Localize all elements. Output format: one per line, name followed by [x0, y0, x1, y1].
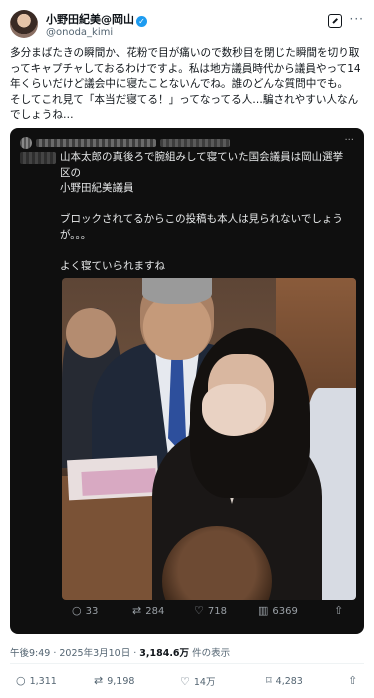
- quote-line: 山本太郎の真後ろで腕組みして寝ていた国会議員は岡山選挙: [60, 151, 344, 163]
- post-meta: 午後9:49 · 2025年3月10日 · 3,184.6万 件の表示: [10, 645, 230, 659]
- quote-action-bar: ○ 33 ⇄ 284 ♡ 718 ▥ 6369 ⇧: [62, 604, 356, 622]
- bookmark-count: 4,283: [275, 676, 303, 687]
- quote-line: よく寝ていられますね: [60, 259, 165, 272]
- quote-views-count: 6369: [272, 606, 298, 617]
- quote-like-count: 718: [207, 606, 227, 617]
- quote-line: ブロックされてるからこの投稿も本人は見られないでしょう: [60, 213, 343, 225]
- tweet-line: 年くらいだけど議会中に寝たことないんでね。誰のどんな質問中でも。: [10, 78, 349, 90]
- quote-retweet-count: 284: [145, 606, 165, 617]
- verified-badge-icon: ✓: [136, 16, 147, 27]
- parliament-photo: [62, 278, 356, 600]
- blurred-region: [20, 152, 56, 164]
- quote-reply-count: 33: [85, 606, 99, 617]
- blurred-handle: [160, 139, 230, 147]
- blurred-avatar: [20, 137, 32, 149]
- like-icon: ♡: [180, 675, 190, 688]
- reply-icon: ○: [72, 604, 82, 617]
- view-count: 3,184.6万: [139, 648, 190, 659]
- quote-text: 山本太郎の真後ろで腕組みして寝ていた国会議員は岡山選挙 区の 小野田紀美議員 ブ…: [60, 150, 360, 274]
- bookmark-button[interactable]: ⌑ 4,283: [266, 674, 303, 687]
- grok-icon[interactable]: [328, 14, 342, 28]
- action-bar: ○ 1,311 ⇄ 9,198 ♡ 14万 ⌑ 4,283 ⇧: [10, 674, 364, 692]
- reply-count: 1,311: [29, 676, 57, 687]
- blurred-name: [36, 139, 156, 147]
- tweet-line: 多分まばたきの瞬間か、花粉で目が痛いので数秒目を閉じた瞬間を切り取: [10, 47, 360, 59]
- share-icon: ⇧: [334, 604, 344, 617]
- display-name-text[interactable]: 小野田紀美@岡山: [46, 13, 134, 26]
- like-icon: ♡: [194, 604, 204, 617]
- quote-reply-stat: ○ 33: [72, 604, 98, 617]
- quote-line: が。。。: [60, 228, 92, 241]
- like-button[interactable]: ♡ 14万: [180, 674, 215, 688]
- quote-line: [60, 243, 360, 259]
- quote-line: [60, 197, 360, 213]
- reply-icon: ○: [16, 674, 26, 687]
- share-button[interactable]: ⇧: [348, 674, 361, 687]
- photo-papers-pink: [81, 468, 157, 496]
- retweet-icon: ⇄: [94, 674, 104, 687]
- tweet-line: でしょうね…: [10, 109, 74, 121]
- retweet-icon: ⇄: [132, 604, 142, 617]
- photo-face: [66, 308, 116, 358]
- retweet-count: 9,198: [107, 676, 135, 687]
- display-name[interactable]: 小野田紀美@岡山 ✓: [46, 11, 147, 27]
- tweet-text: 多分まばたきの瞬間か、花粉で目が痛いので数秒目を閉じた瞬間を切り取 ってキャプチ…: [10, 46, 366, 124]
- quote-retweet-stat: ⇄ 284: [132, 604, 164, 617]
- tweet-header: 小野田紀美@岡山 ✓ @onoda_kimi ···: [10, 8, 364, 44]
- retweet-button[interactable]: ⇄ 9,198: [94, 674, 134, 687]
- tweet-line: ってキャプチャしておるわけですよ。私は地方議員時代から議員やって14: [10, 62, 361, 75]
- more-options-icon[interactable]: ···: [350, 12, 364, 26]
- views-icon: ▥: [258, 604, 269, 617]
- quote-more-icon: ···: [344, 135, 354, 146]
- view-label: 件の表示: [189, 648, 231, 659]
- bookmark-icon: ⌑: [266, 674, 272, 687]
- divider: [10, 663, 364, 664]
- handle[interactable]: @onoda_kimi: [46, 27, 113, 38]
- quote-like-stat: ♡ 718: [194, 604, 227, 617]
- post-timestamp[interactable]: 午後9:49 · 2025年3月10日 ·: [10, 648, 139, 659]
- quote-line: 小野田紀美議員: [60, 182, 134, 194]
- share-icon: ⇧: [348, 674, 358, 687]
- reply-button[interactable]: ○ 1,311: [16, 674, 57, 687]
- photo-man-hair: [142, 278, 212, 304]
- quote-share-stat: ⇧: [334, 604, 347, 617]
- avatar[interactable]: [10, 10, 38, 38]
- quoted-post-screenshot[interactable]: ··· 山本太郎の真後ろで腕組みして寝ていた国会議員は岡山選挙 区の 小野田紀美…: [10, 128, 364, 634]
- quote-header: ···: [20, 135, 354, 149]
- tweet-line: そしてこれ見て「本当だ寝てる！」ってなってる人…騙されやすい人なん: [10, 93, 359, 106]
- quote-line: 区の: [60, 166, 81, 179]
- like-count: 14万: [193, 677, 216, 688]
- quote-views-stat: ▥ 6369: [258, 604, 298, 617]
- photo-face-mask: [202, 384, 266, 436]
